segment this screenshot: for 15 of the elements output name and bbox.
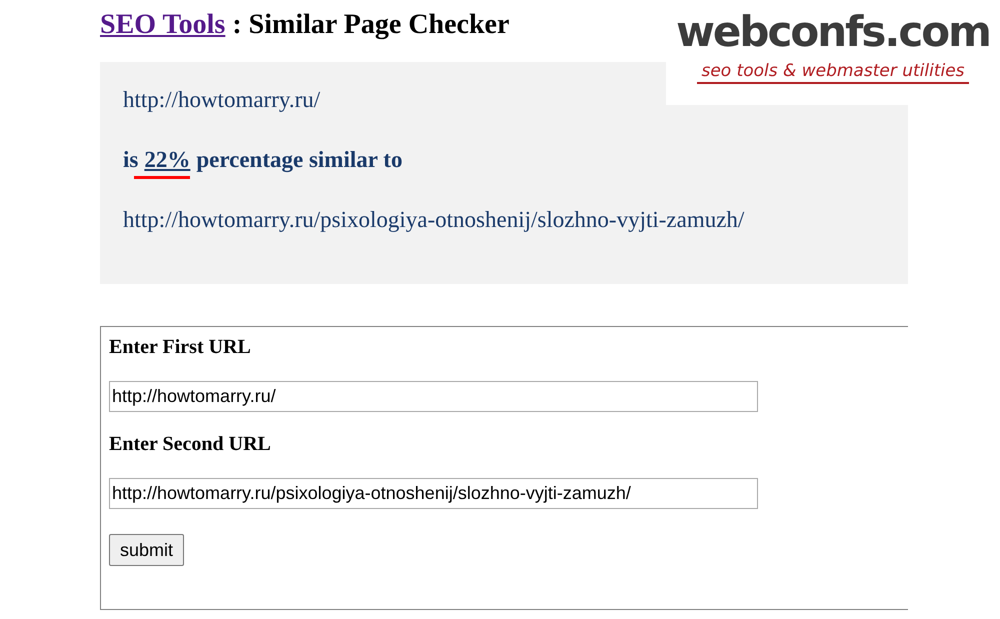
field-label: Enter Second URL — [109, 432, 271, 456]
logo-wordmark: webconfs.com — [676, 6, 990, 58]
submit-button[interactable]: submit — [109, 534, 184, 566]
seo-tools-link[interactable]: SEO Tools — [100, 9, 226, 40]
second-url-field[interactable]: http://howtomarry.ru/psixologiya-otnoshenij/slozhno-vyjti-zamuzh/ — [109, 478, 758, 509]
logo-tagline: seo tools & webmaster utilities — [697, 60, 969, 84]
highlight-mark — [134, 176, 190, 179]
first-url-field[interactable]: http://howtomarry.ru/ — [109, 381, 758, 412]
field-label: Enter First URL — [109, 335, 251, 359]
page-title: : Similar Page Checker — [231, 9, 510, 40]
similarity-percent: 22% — [144, 147, 190, 172]
first-url-text: http://howtomarry.ru/ — [123, 86, 322, 114]
result-text: is — [123, 146, 138, 174]
second-url-text: http://howtomarry.ru/psixologiya-otnoshenij/slozhno-vyjti-zamuzh/ — [123, 206, 746, 234]
result-text: percentage similar to — [196, 146, 402, 174]
